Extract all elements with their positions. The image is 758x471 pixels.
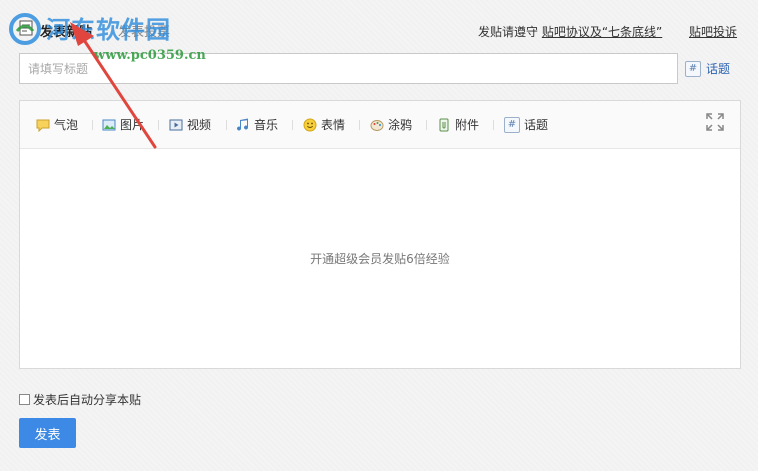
post-editor: 气泡 图片 视频 音乐 表情 涂鸦 附件 # 话题 开通超级会员发贴6倍经验	[19, 100, 741, 369]
toolbar-label: 视频	[187, 118, 212, 132]
toolbar-bubble[interactable]: 气泡	[36, 116, 78, 133]
report-link[interactable]: 贴吧投诉	[689, 23, 737, 40]
hash-icon: #	[685, 60, 701, 77]
toolbar-label: 气泡	[54, 118, 79, 132]
auto-share-checkbox[interactable]: 发表后自动分享本贴	[19, 391, 141, 408]
topic-button[interactable]: # 话题	[685, 60, 730, 77]
editor-content-area[interactable]: 开通超级会员发贴6倍经验	[20, 149, 740, 368]
watermark-logo	[9, 13, 41, 45]
divider	[359, 120, 360, 130]
toolbar-label: 涂鸦	[388, 118, 413, 132]
auto-share-label: 发表后自动分享本贴	[33, 393, 142, 407]
watermark-text: 河东软件园	[46, 16, 171, 44]
topic-button-label: 话题	[706, 62, 731, 76]
toolbar-label: 音乐	[254, 118, 279, 132]
video-icon	[169, 119, 183, 130]
toolbar-attachment[interactable]: 附件	[437, 116, 479, 133]
palette-icon	[370, 119, 384, 131]
divider	[158, 120, 159, 130]
editor-toolbar: 气泡 图片 视频 音乐 表情 涂鸦 附件 # 话题	[20, 101, 740, 149]
divider	[426, 120, 427, 130]
fullscreen-icon[interactable]	[706, 113, 724, 131]
toolbar-label: 话题	[524, 118, 549, 132]
toolbar-doodle[interactable]: 涂鸦	[370, 116, 412, 133]
watermark-url: www.pc0359.cn	[94, 48, 206, 63]
posting-rules: 发贴请遵守 贴吧协议及“七条底线”	[478, 23, 662, 40]
smiley-icon	[303, 118, 317, 131]
hash-icon: #	[504, 116, 520, 133]
rules-link[interactable]: 贴吧协议及“七条底线”	[542, 25, 662, 39]
toolbar-image[interactable]: 图片	[102, 116, 144, 133]
divider	[292, 120, 293, 130]
divider	[493, 120, 494, 130]
rules-prefix: 发贴请遵守	[478, 25, 542, 39]
music-icon	[237, 118, 249, 131]
publish-button[interactable]: 发表	[19, 418, 76, 448]
toolbar-label: 附件	[455, 118, 480, 132]
toolbar-topic[interactable]: # 话题	[504, 116, 548, 133]
toolbar-music[interactable]: 音乐	[236, 116, 278, 133]
bubble-icon	[36, 119, 50, 132]
toolbar-video[interactable]: 视频	[169, 116, 211, 133]
checkbox-box[interactable]	[19, 394, 30, 405]
toolbar-label: 表情	[321, 118, 346, 132]
editor-hint: 开通超级会员发贴6倍经验	[310, 252, 450, 266]
toolbar-label: 图片	[120, 118, 145, 132]
divider	[92, 120, 93, 130]
divider	[226, 120, 227, 130]
paperclip-icon	[439, 118, 449, 131]
toolbar-emoji[interactable]: 表情	[303, 116, 345, 133]
image-icon	[102, 119, 116, 130]
